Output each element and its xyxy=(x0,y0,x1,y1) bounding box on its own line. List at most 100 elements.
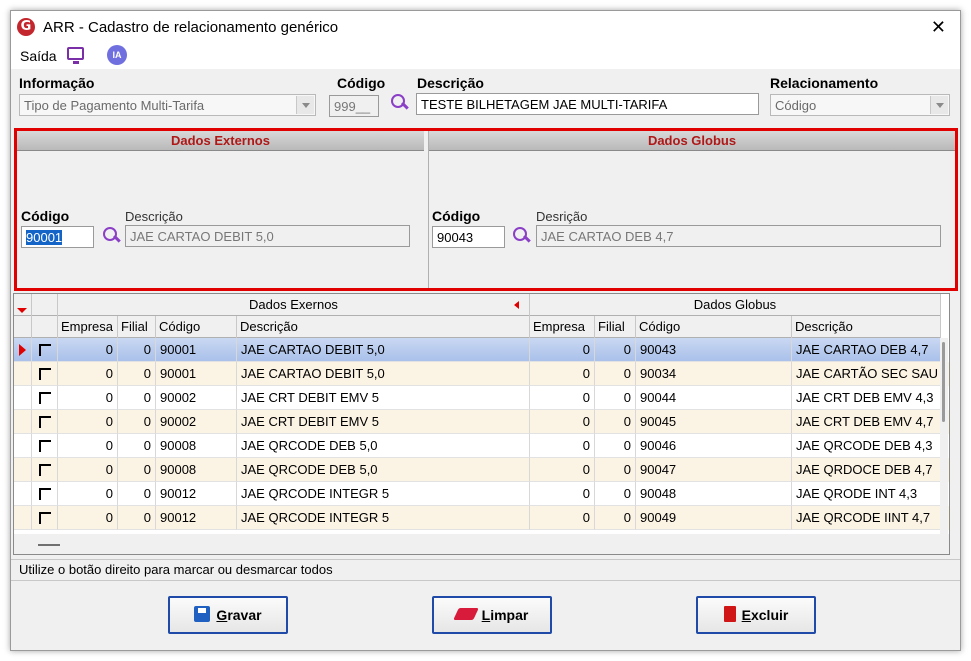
collapse-arrow-icon[interactable] xyxy=(514,301,519,309)
table-cell[interactable]: 0 xyxy=(118,362,156,386)
col-header[interactable]: Código xyxy=(636,316,792,338)
codigo-field[interactable]: 999__ xyxy=(329,95,379,117)
table-cell[interactable]: 0 xyxy=(530,338,595,362)
row-checkbox[interactable] xyxy=(32,482,58,506)
table-cell[interactable]: 0 xyxy=(58,386,118,410)
col-header[interactable]: Código xyxy=(156,316,237,338)
row-checkbox[interactable] xyxy=(32,338,58,362)
table-cell[interactable]: 90008 xyxy=(156,458,237,482)
table-cell[interactable]: 0 xyxy=(58,362,118,386)
checkbox-icon[interactable] xyxy=(39,344,51,356)
table-cell[interactable]: 0 xyxy=(118,410,156,434)
chevron-down-icon[interactable] xyxy=(930,96,948,114)
table-cell[interactable]: JAE CARTÃO SEC SAU xyxy=(792,362,941,386)
table-cell[interactable]: 0 xyxy=(530,482,595,506)
row-checkbox[interactable] xyxy=(32,386,58,410)
table-row[interactable]: 0 0 90008 JAE QRCODE DEB 5,0 0 0 90046 JAE QRCO… xyxy=(14,434,949,458)
row-indicator[interactable] xyxy=(14,410,32,434)
checkbox-icon[interactable] xyxy=(39,416,51,428)
search-icon[interactable] xyxy=(511,226,531,246)
relacionamento-select[interactable]: Código xyxy=(770,94,950,116)
excluir-button[interactable]: Excluir xyxy=(696,596,816,634)
sort-indicator-icon[interactable] xyxy=(14,294,32,316)
table-cell[interactable]: 90002 xyxy=(156,410,237,434)
ia-icon[interactable]: IA xyxy=(107,45,127,65)
col-header[interactable]: Filial xyxy=(595,316,636,338)
table-cell[interactable]: 0 xyxy=(58,338,118,362)
gravar-button[interactable]: Gravar xyxy=(168,596,288,634)
table-row[interactable]: 0 0 90002 JAE CRT DEBIT EMV 5 0 0 90044 JAE CRT… xyxy=(14,386,949,410)
externos-codigo-field[interactable]: 90001 xyxy=(21,226,94,248)
table-cell[interactable]: 90034 xyxy=(636,362,792,386)
col-header[interactable]: Empresa xyxy=(58,316,118,338)
table-cell[interactable]: 90001 xyxy=(156,338,237,362)
row-indicator[interactable] xyxy=(14,434,32,458)
table-cell[interactable]: JAE QRCODE DEB 4,3 xyxy=(792,434,941,458)
table-cell[interactable]: 90012 xyxy=(156,506,237,530)
checkbox-icon[interactable] xyxy=(39,368,51,380)
table-cell[interactable]: 0 xyxy=(530,410,595,434)
table-cell[interactable]: JAE QRDOCE DEB 4,7 xyxy=(792,458,941,482)
table-cell[interactable]: 0 xyxy=(595,362,636,386)
table-cell[interactable]: JAE CRT DEBIT EMV 5 xyxy=(237,410,530,434)
table-cell[interactable]: 0 xyxy=(118,434,156,458)
table-cell[interactable]: 90001 xyxy=(156,362,237,386)
checkbox-icon[interactable] xyxy=(39,392,51,404)
table-row[interactable]: 0 0 90001 JAE CARTAO DEBIT 5,0 0 0 90043 JAE CA… xyxy=(14,338,949,362)
table-cell[interactable]: JAE QRCODE INTEGR 5 xyxy=(237,506,530,530)
row-indicator[interactable] xyxy=(14,458,32,482)
table-cell[interactable]: JAE CARTAO DEB 4,7 xyxy=(792,338,941,362)
table-cell[interactable]: 0 xyxy=(595,458,636,482)
chevron-down-icon[interactable] xyxy=(296,96,314,114)
table-cell[interactable]: 0 xyxy=(530,434,595,458)
table-cell[interactable]: 90043 xyxy=(636,338,792,362)
saida-button[interactable]: Saída xyxy=(20,48,57,64)
descricao-field[interactable]: TESTE BILHETAGEM JAE MULTI-TARIFA xyxy=(416,93,759,115)
row-checkbox[interactable] xyxy=(32,362,58,386)
row-indicator[interactable] xyxy=(14,506,32,530)
table-cell[interactable]: 0 xyxy=(58,458,118,482)
row-indicator[interactable] xyxy=(14,482,32,506)
table-cell[interactable]: 0 xyxy=(58,482,118,506)
table-cell[interactable]: 0 xyxy=(118,482,156,506)
table-cell[interactable]: 0 xyxy=(595,506,636,530)
col-header[interactable]: Descrição xyxy=(792,316,941,338)
row-indicator[interactable] xyxy=(14,362,32,386)
table-cell[interactable]: 0 xyxy=(118,386,156,410)
checkbox-icon[interactable] xyxy=(39,512,51,524)
table-row[interactable]: 0 0 90001 JAE CARTAO DEBIT 5,0 0 0 90034 JAE CA… xyxy=(14,362,949,386)
table-cell[interactable]: 90044 xyxy=(636,386,792,410)
table-cell[interactable]: JAE QRCODE IINT 4,7 xyxy=(792,506,941,530)
table-cell[interactable]: JAE CARTAO DEBIT 5,0 xyxy=(237,338,530,362)
table-cell[interactable]: JAE CRT DEBIT EMV 5 xyxy=(237,386,530,410)
table-row[interactable]: 0 0 90002 JAE CRT DEBIT EMV 5 0 0 90045 JAE CRT… xyxy=(14,410,949,434)
table-cell[interactable]: JAE QRCODE DEB 5,0 xyxy=(237,434,530,458)
row-checkbox[interactable] xyxy=(32,434,58,458)
table-cell[interactable]: 0 xyxy=(58,434,118,458)
relations-grid[interactable]: Dados Exernos Dados Globus Empresa Filia… xyxy=(13,293,950,555)
table-cell[interactable]: 0 xyxy=(595,410,636,434)
table-row[interactable]: 0 0 90012 JAE QRCODE INTEGR 5 0 0 90049 JAE QRC… xyxy=(14,506,949,530)
table-cell[interactable]: JAE QRCODE DEB 5,0 xyxy=(237,458,530,482)
row-checkbox[interactable] xyxy=(32,458,58,482)
table-cell[interactable]: 0 xyxy=(595,386,636,410)
checkbox-icon[interactable] xyxy=(39,488,51,500)
table-cell[interactable]: 90012 xyxy=(156,482,237,506)
monitor-icon[interactable] xyxy=(67,47,84,64)
row-indicator[interactable] xyxy=(14,338,32,362)
table-cell[interactable]: 0 xyxy=(530,386,595,410)
table-cell[interactable]: JAE CRT DEB EMV 4,3 xyxy=(792,386,941,410)
table-cell[interactable]: 0 xyxy=(530,458,595,482)
table-cell[interactable]: 90046 xyxy=(636,434,792,458)
table-cell[interactable]: 90047 xyxy=(636,458,792,482)
table-cell[interactable]: JAE CARTAO DEBIT 5,0 xyxy=(237,362,530,386)
table-cell[interactable]: 0 xyxy=(118,458,156,482)
table-cell[interactable]: 0 xyxy=(118,338,156,362)
checkbox-icon[interactable] xyxy=(39,440,51,452)
col-header[interactable]: Descrição xyxy=(237,316,530,338)
col-header[interactable]: Empresa xyxy=(530,316,595,338)
table-cell[interactable]: 0 xyxy=(595,338,636,362)
search-icon[interactable] xyxy=(101,226,121,246)
globus-codigo-field[interactable]: 90043 xyxy=(432,226,505,248)
close-icon[interactable]: ✕ xyxy=(931,17,946,38)
